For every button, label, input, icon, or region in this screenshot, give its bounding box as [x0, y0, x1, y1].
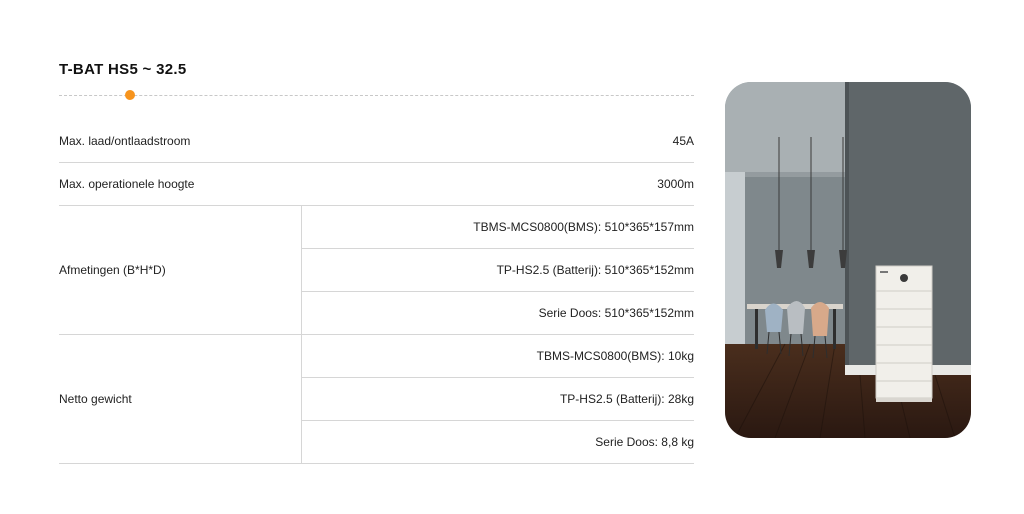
battery-stack: [875, 265, 933, 402]
accent-dot: [125, 90, 135, 100]
spec-label: Netto gewicht: [59, 334, 302, 464]
spec-value: 3000m: [301, 162, 694, 206]
title-divider: [59, 95, 694, 96]
room-scene-illustration: [725, 82, 971, 438]
product-photo: [725, 82, 971, 438]
table-row: Max. operationele hoogte 3000m: [59, 162, 694, 206]
spec-table: Max. laad/ontlaadstroom 45A Max. operati…: [59, 120, 694, 464]
table-row: Max. laad/ontlaadstroom 45A: [59, 120, 694, 163]
spec-label: Max. laad/ontlaadstroom: [59, 120, 302, 163]
table-row: Netto gewicht TBMS-MCS0800(BMS): 10kg: [59, 334, 694, 464]
spec-value: TBMS-MCS0800(BMS): 10kg: [301, 334, 694, 378]
spec-label: Afmetingen (B*H*D): [59, 205, 302, 335]
spec-value: TBMS-MCS0800(BMS): 510*365*157mm: [301, 205, 694, 249]
spec-value: Serie Doos: 8,8 kg: [301, 420, 694, 464]
spec-value: 45A: [301, 120, 694, 163]
spec-value: TP-HS2.5 (Batterij): 510*365*152mm: [301, 248, 694, 292]
spec-value: TP-HS2.5 (Batterij): 28kg: [301, 377, 694, 421]
product-title: T-BAT HS5 ~ 32.5: [59, 61, 187, 78]
spec-label: Max. operationele hoogte: [59, 162, 302, 206]
spec-value: Serie Doos: 510*365*152mm: [301, 291, 694, 335]
table-row: Afmetingen (B*H*D) TBMS-MCS0800(BMS): 51…: [59, 205, 694, 335]
